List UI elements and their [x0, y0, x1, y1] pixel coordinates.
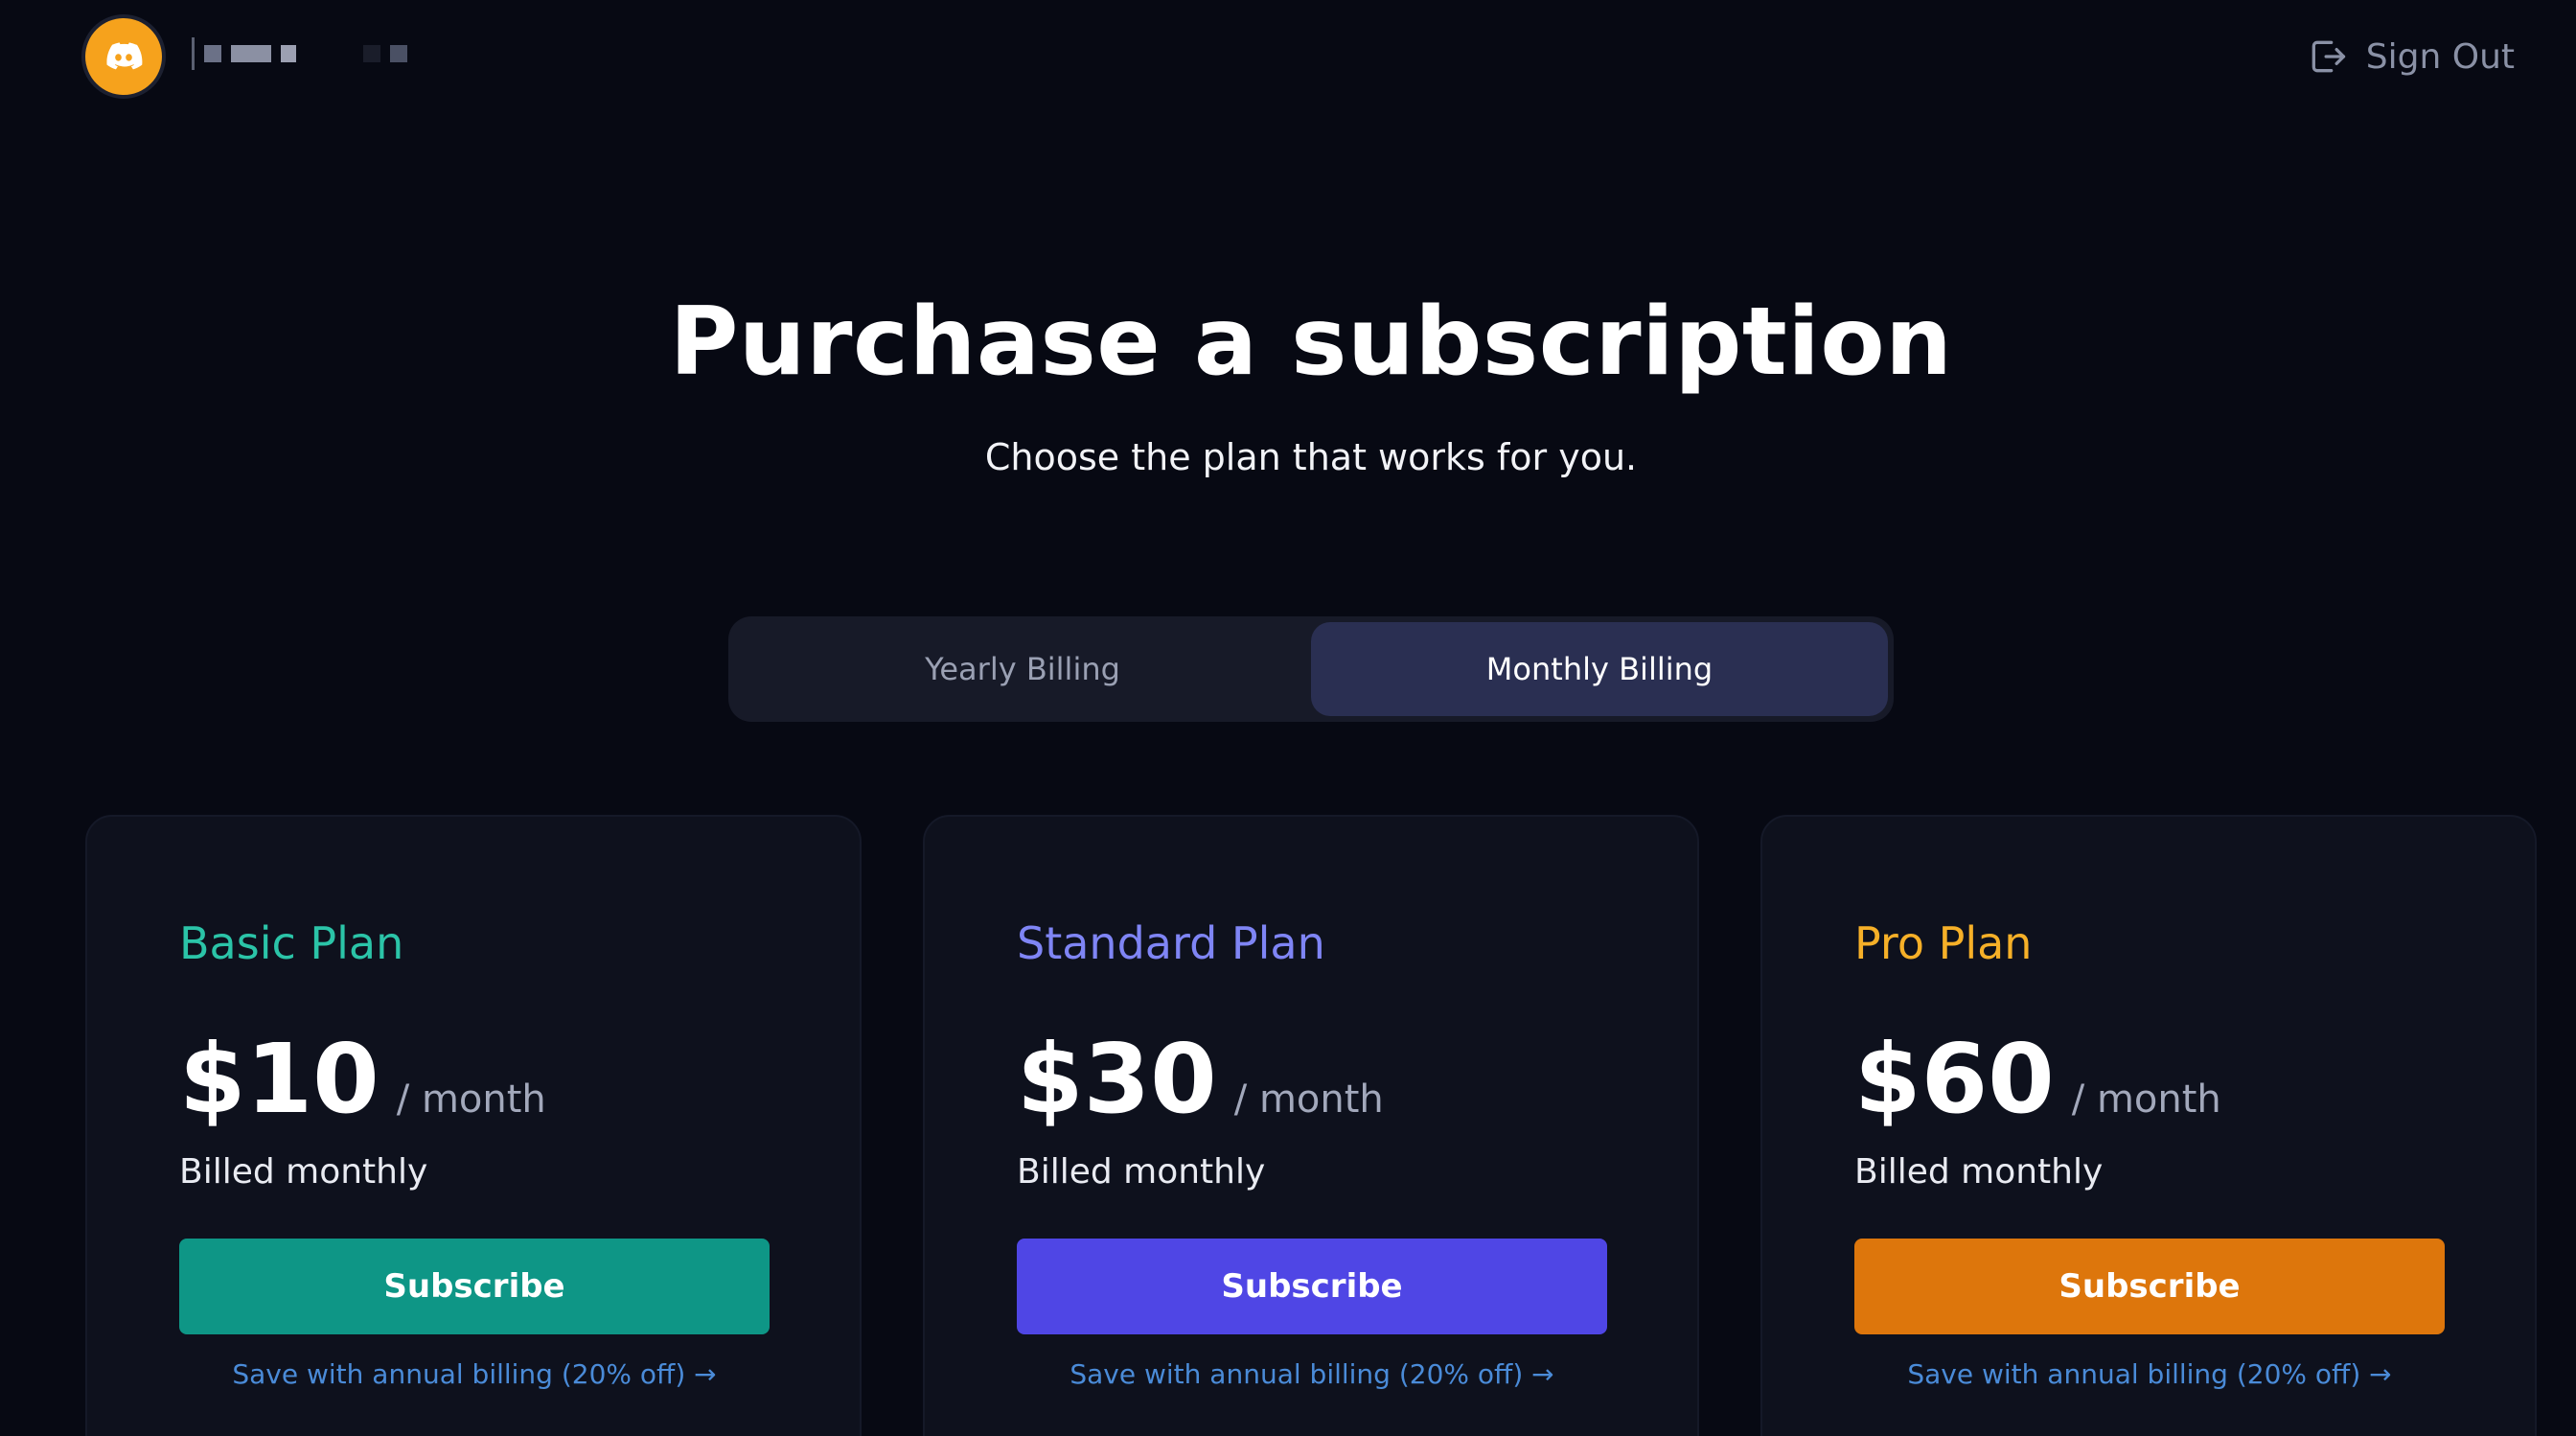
billing-note: Billed monthly: [1854, 1152, 2104, 1192]
plan-price: $60: [1854, 1023, 2055, 1135]
plan-period: / month: [2071, 1077, 2221, 1122]
monthly-billing-tab[interactable]: Monthly Billing: [1311, 622, 1888, 716]
username-divider: [192, 37, 195, 70]
redacted-block: [390, 45, 407, 62]
sign-out-icon: [2312, 40, 2345, 73]
plan-price: $30: [1017, 1023, 1217, 1135]
redacted-username: [192, 35, 407, 73]
price-row: $10 / month: [179, 1023, 546, 1135]
redacted-block: [281, 45, 296, 62]
basic-plan-card: Basic Plan $10 / month Billed monthly Su…: [85, 815, 862, 1436]
page-subtitle: Choose the plan that works for you.: [984, 436, 1638, 478]
annual-billing-link[interactable]: Save with annual billing (20% off) →: [1017, 1358, 1607, 1390]
page-title: Purchase a subscription: [669, 288, 1953, 397]
plan-name: Standard Plan: [1017, 917, 1325, 969]
sign-out-label: Sign Out: [2365, 36, 2515, 77]
pro-plan-card: Pro Plan $60 / month Billed monthly Subs…: [1760, 815, 2537, 1436]
plan-name: Basic Plan: [179, 917, 404, 969]
sign-out-button[interactable]: Sign Out: [2307, 29, 2515, 84]
billing-toggle: Yearly Billing Monthly Billing: [728, 616, 1894, 722]
yearly-billing-tab[interactable]: Yearly Billing: [734, 622, 1311, 716]
price-row: $60 / month: [1854, 1023, 2221, 1135]
pro-subscribe-button[interactable]: Subscribe: [1854, 1239, 2445, 1334]
annual-billing-link[interactable]: Save with annual billing (20% off) →: [1854, 1358, 2445, 1390]
price-row: $30 / month: [1017, 1023, 1384, 1135]
annual-billing-link[interactable]: Save with annual billing (20% off) →: [179, 1358, 770, 1390]
plan-period: / month: [1233, 1077, 1384, 1122]
standard-plan-card: Standard Plan $30 / month Billed monthly…: [923, 815, 1699, 1436]
plan-name: Pro Plan: [1854, 917, 2033, 969]
discord-logo-icon: [106, 42, 143, 70]
basic-subscribe-button[interactable]: Subscribe: [179, 1239, 770, 1334]
billing-note: Billed monthly: [179, 1152, 428, 1192]
redacted-block: [231, 45, 271, 62]
standard-subscribe-button[interactable]: Subscribe: [1017, 1239, 1607, 1334]
top-header: Sign Out: [0, 0, 2576, 115]
plan-price: $10: [179, 1023, 380, 1135]
subscription-page: Sign Out Purchase a subscription Choose …: [0, 0, 2576, 1436]
redacted-block: [204, 45, 221, 62]
billing-note: Billed monthly: [1017, 1152, 1266, 1192]
redacted-block: [363, 45, 380, 62]
user-avatar[interactable]: [85, 18, 162, 95]
plan-period: / month: [396, 1077, 546, 1122]
